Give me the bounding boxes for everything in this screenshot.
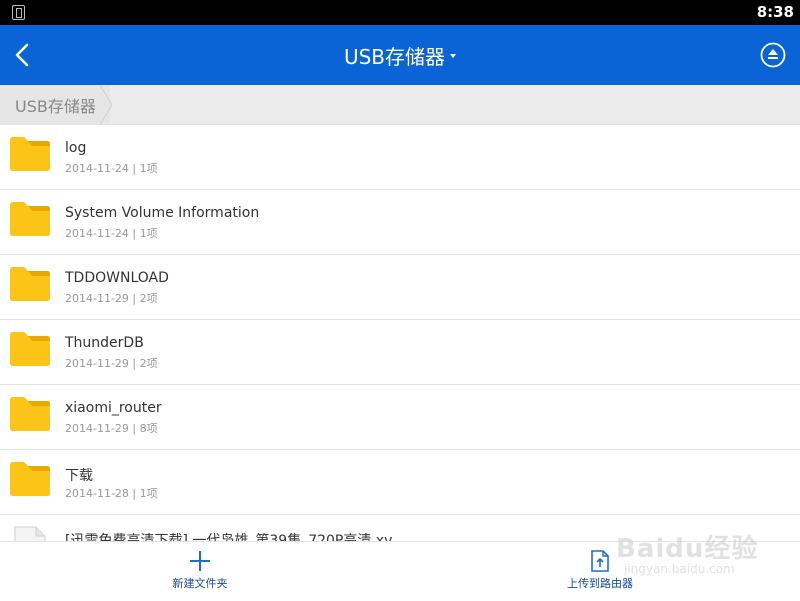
app-bar: USB存储器 [0, 25, 800, 85]
item-meta: 2014-11-28 | 1项 [65, 487, 158, 500]
item-name: log [65, 140, 87, 156]
plus-icon [190, 551, 210, 571]
breadcrumb-separator [100, 85, 112, 125]
title-dropdown[interactable]: USB存储器 [0, 25, 800, 85]
list-item[interactable]: xiaomi_router 2014-11-29 | 8项 [0, 385, 800, 450]
breadcrumb-item-label: USB存储器 [15, 97, 96, 116]
list-item[interactable]: 下载 2014-11-28 | 1项 [0, 450, 800, 515]
item-meta: 2014-11-24 | 1项 [65, 227, 158, 240]
item-name: System Volume Information [65, 205, 260, 221]
breadcrumb: USB存储器 [0, 85, 800, 125]
folder-icon [10, 397, 50, 431]
breadcrumb-item-usb[interactable]: USB存储器 [0, 85, 110, 125]
caret-down-icon [450, 54, 457, 58]
item-meta: 2014-11-29 | 2项 [65, 357, 158, 370]
item-meta: 2014-11-24 | 1项 [65, 162, 158, 175]
bottom-action-bar: 新建文件夹 上传到路由器 [0, 541, 800, 600]
folder-icon [10, 137, 50, 171]
upload-label: 上传到路由器 [567, 577, 633, 590]
list-item[interactable]: log 2014-11-24 | 1项 [0, 125, 800, 190]
new-folder-label: 新建文件夹 [172, 577, 228, 590]
item-name: ThunderDB [65, 335, 144, 351]
item-name: TDDOWNLOAD [65, 270, 169, 286]
item-name: 下载 [65, 468, 93, 484]
back-arrow-icon [15, 43, 29, 67]
list-item[interactable]: System Volume Information 2014-11-24 | 1… [0, 190, 800, 255]
page-title: USB存储器 [343, 44, 446, 69]
item-name: [迅雷免费高清下载].一代枭雄_第39集_720P高清.xv [65, 533, 393, 541]
folder-icon [10, 462, 50, 496]
folder-icon [10, 267, 50, 301]
back-button[interactable] [8, 37, 44, 73]
upload-file-icon [591, 550, 609, 572]
eject-icon [760, 42, 786, 68]
folder-icon [10, 332, 50, 366]
list-item[interactable]: [迅雷免费高清下载].一代枭雄_第39集_720P高清.xv [0, 515, 800, 541]
status-bar: 8:38 [0, 0, 800, 25]
file-list: log 2014-11-24 | 1项 System Volume Inform… [0, 125, 800, 541]
list-item[interactable]: TDDOWNLOAD 2014-11-29 | 2项 [0, 255, 800, 320]
list-item[interactable]: ThunderDB 2014-11-29 | 2项 [0, 320, 800, 385]
item-meta: 2014-11-29 | 2项 [65, 292, 158, 305]
status-time: 8:38 [756, 3, 794, 21]
file-icon [14, 526, 46, 541]
item-meta: 2014-11-29 | 8项 [65, 422, 158, 435]
item-name: xiaomi_router [65, 400, 162, 416]
folder-icon [10, 202, 50, 236]
sim-card-icon [12, 5, 25, 20]
eject-button[interactable] [760, 42, 786, 68]
upload-to-router-button[interactable]: 上传到路由器 [500, 542, 700, 601]
new-folder-button[interactable]: 新建文件夹 [100, 542, 300, 601]
